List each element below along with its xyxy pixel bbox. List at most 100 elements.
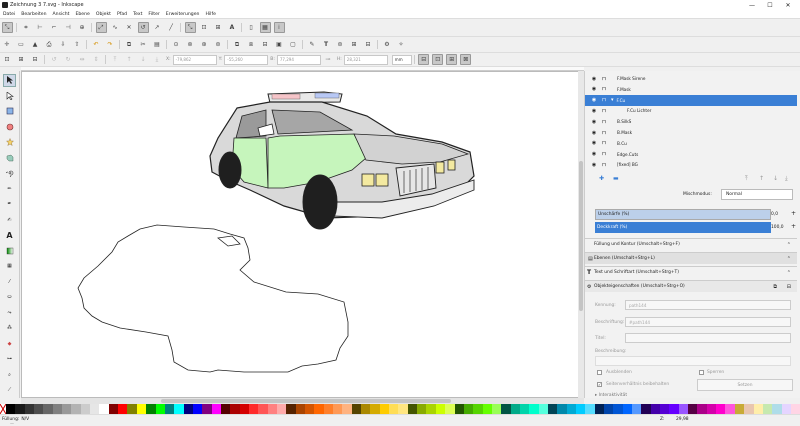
palette-swatch[interactable]: [239, 404, 249, 414]
snap-text-baseline-icon[interactable]: ⊞: [213, 22, 224, 33]
palette-swatch[interactable]: [52, 404, 63, 414]
blend-mode-select[interactable]: Normal: [721, 189, 793, 200]
gradient-tool-icon[interactable]: [3, 244, 16, 257]
paste-icon[interactable]: ▤: [152, 39, 163, 50]
layer-row[interactable]: ◉ ⊓ F.Mask: [585, 84, 797, 95]
lock-checkbox[interactable]: [699, 370, 704, 375]
palette-swatch[interactable]: [136, 404, 147, 414]
layer-visibility-icon[interactable]: ◉: [591, 162, 597, 168]
palette-swatch[interactable]: [43, 404, 53, 414]
palette-swatch[interactable]: [519, 404, 530, 414]
palette-swatch[interactable]: [6, 404, 16, 414]
palette-swatch[interactable]: [725, 404, 735, 414]
palette-swatch[interactable]: [417, 404, 427, 414]
palette-swatch[interactable]: [547, 404, 558, 414]
palette-swatch[interactable]: [342, 404, 352, 414]
palette-swatch[interactable]: [753, 404, 763, 414]
palette-swatch[interactable]: [379, 404, 390, 414]
ellipse-tool-icon[interactable]: [3, 120, 16, 133]
menu-pfad[interactable]: Pfad: [114, 12, 130, 17]
palette-swatch[interactable]: [15, 404, 25, 414]
text-tool-icon[interactable]: A: [3, 229, 16, 242]
palette-swatch[interactable]: [716, 404, 726, 414]
palette-swatch[interactable]: [622, 404, 633, 414]
palette-swatch[interactable]: [445, 404, 455, 414]
palette-swatch[interactable]: [510, 404, 520, 414]
palette-swatch[interactable]: [314, 404, 324, 414]
layer-visibility-icon[interactable]: ◉: [591, 97, 597, 103]
duplicate-icon[interactable]: ⧉: [232, 39, 243, 50]
y-input[interactable]: -55,260: [224, 54, 269, 65]
blur-slider[interactable]: Unschärfe (%): [595, 209, 771, 220]
palette-swatch[interactable]: [669, 404, 679, 414]
layer-row[interactable]: ◉ ⊓ B.SilkS: [585, 116, 797, 127]
palette-swatch[interactable]: [202, 404, 212, 414]
collapse-icon[interactable]: ⌃: [787, 242, 791, 248]
palette-swatch[interactable]: [566, 404, 576, 414]
palette-swatch[interactable]: [398, 404, 408, 414]
layer-lock-icon[interactable]: ⊓: [601, 97, 607, 103]
zoom-page-icon[interactable]: ⊛: [199, 39, 210, 50]
preferences-icon[interactable]: ⚙: [382, 39, 393, 50]
copy-icon[interactable]: ⧉: [124, 39, 135, 50]
layer-lock-icon[interactable]: ⊓: [601, 140, 607, 146]
snap-bbox-corner-icon[interactable]: ⌐: [49, 22, 60, 33]
palette-swatch[interactable]: [34, 404, 44, 414]
layers-panel-header[interactable]: ▤ Ebenen (Umschalt+Strg+L) ⌃: [585, 252, 797, 264]
layer-visibility-icon[interactable]: ◉: [591, 86, 597, 92]
opacity-value[interactable]: 100,0: [771, 225, 784, 230]
cut-icon[interactable]: ✂: [138, 39, 149, 50]
save-icon[interactable]: ▲: [30, 39, 41, 50]
menu-filter[interactable]: Filter: [145, 12, 162, 17]
snap-line-icon[interactable]: ╱: [166, 22, 177, 33]
snap-grid-icon[interactable]: ▦: [259, 22, 271, 33]
layer-row[interactable]: ◉ ⊓ B.Mask: [585, 127, 797, 138]
rectangle-tool-icon[interactable]: [3, 105, 16, 118]
opacity-increment-icon[interactable]: +: [791, 223, 796, 230]
snap-guide-icon[interactable]: ⁞: [273, 22, 285, 33]
layer-row[interactable]: ◉ ⊓ F.Cu Lichter: [585, 105, 797, 116]
palette-swatch[interactable]: [370, 404, 380, 414]
palette-swatch[interactable]: [258, 404, 268, 414]
palette-swatch[interactable]: [192, 404, 203, 414]
layer-visibility-icon[interactable]: ◉: [591, 119, 597, 125]
menu-hilfe[interactable]: Hilfe: [202, 12, 218, 17]
snap-toggle-button[interactable]: ⤡: [1, 22, 13, 33]
vertical-scroll-thumb[interactable]: [579, 161, 583, 311]
layer-lock-icon[interactable]: ⊓: [601, 86, 607, 92]
redo-icon[interactable]: ↷: [105, 39, 116, 50]
zoom-drawing-icon[interactable]: ⊚: [185, 39, 196, 50]
layer-row[interactable]: ◉ ⊓ F.Mask Sirene: [585, 73, 797, 84]
layer-visibility-icon[interactable]: ◉: [591, 76, 597, 82]
lower-bottom-icon[interactable]: ⤓: [152, 54, 163, 65]
palette-swatch[interactable]: [146, 404, 156, 414]
palette-swatch[interactable]: [529, 404, 539, 414]
layer-visibility-icon[interactable]: ◉: [591, 151, 597, 157]
layer-lock-icon[interactable]: ⊓: [601, 130, 607, 136]
menu-ansicht[interactable]: Ansicht: [50, 12, 73, 17]
palette-swatch[interactable]: [790, 404, 800, 414]
palette-swatch[interactable]: [174, 404, 184, 414]
palette-swatch[interactable]: [24, 404, 35, 414]
pen-tool-icon[interactable]: ✒: [3, 198, 16, 211]
palette-swatch[interactable]: [491, 404, 502, 414]
palette-swatch[interactable]: [473, 404, 483, 414]
deselect-icon[interactable]: ⊟: [30, 54, 41, 65]
snap-text-icon[interactable]: A: [227, 22, 238, 33]
close-button[interactable]: ✕: [780, 0, 796, 10]
layer-row[interactable]: ◉ ⊓ Edge.Cuts: [585, 149, 797, 160]
add-layer-icon[interactable]: ✚: [599, 175, 605, 182]
scale-corners-icon[interactable]: ⊡: [432, 54, 444, 65]
palette-swatch[interactable]: [90, 404, 100, 414]
object-properties-panel-header[interactable]: ⚙ Objekteigenschaften (Umschalt+Strg+O) …: [585, 280, 797, 292]
palette-swatch[interactable]: [164, 404, 175, 414]
import-icon[interactable]: ⇩: [58, 39, 69, 50]
label-input[interactable]: #path144: [625, 317, 791, 327]
palette-swatch[interactable]: [286, 404, 296, 414]
rotate-ccw-icon[interactable]: ↺: [49, 54, 60, 65]
palette-swatch[interactable]: [435, 404, 446, 414]
select-all-icon[interactable]: ⊡: [2, 54, 13, 65]
lock-ratio-icon[interactable]: ⊸: [322, 54, 333, 65]
id-input[interactable]: path144: [625, 300, 791, 310]
layer-visibility-icon[interactable]: ◉: [591, 140, 597, 146]
